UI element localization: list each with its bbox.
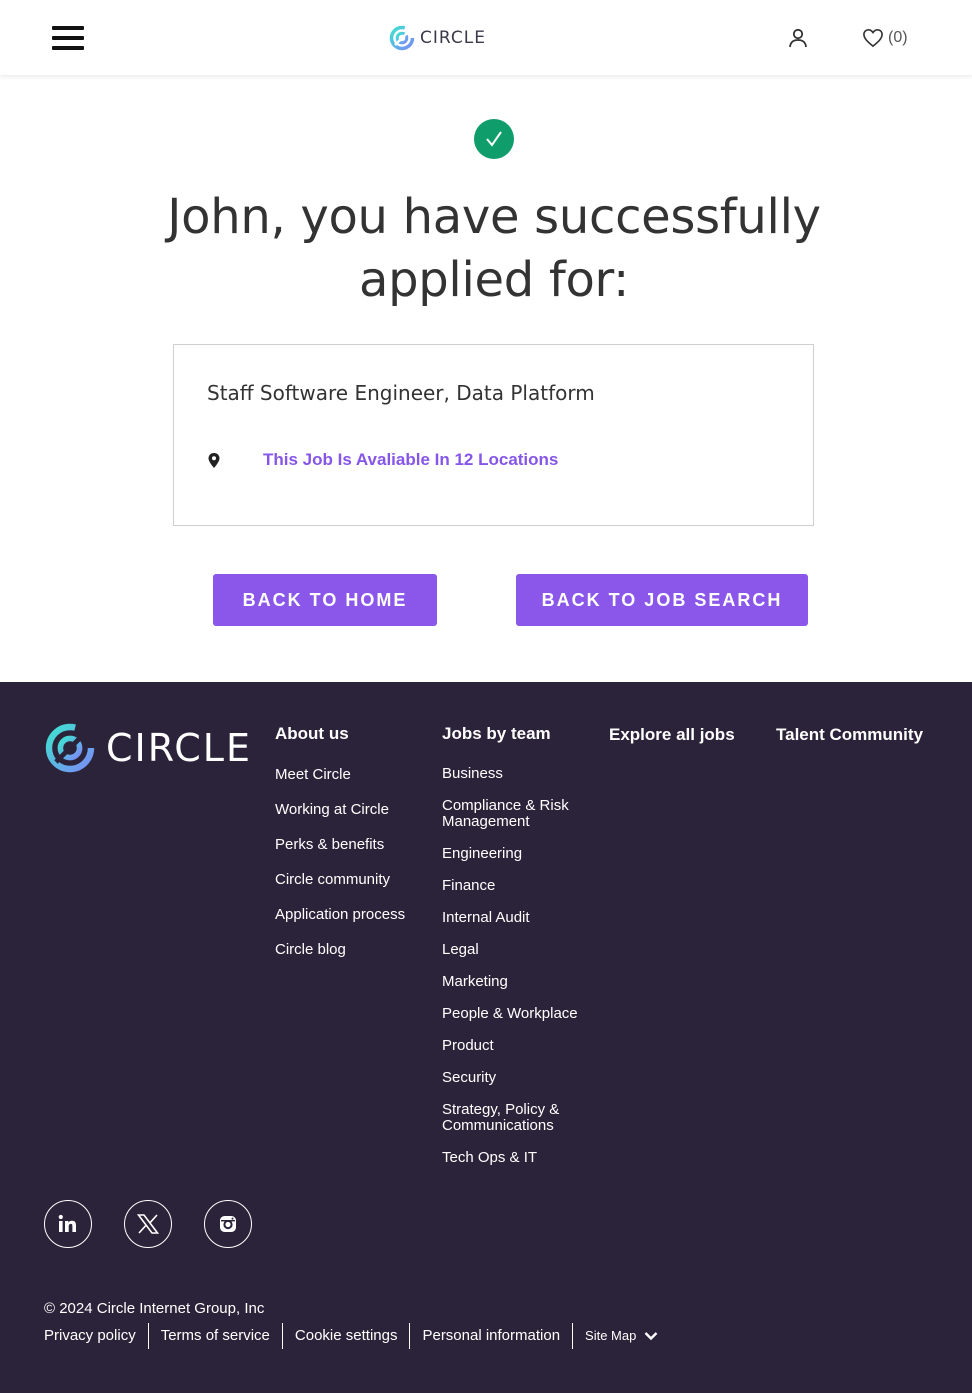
- jobs-by-team-heading[interactable]: Jobs by team: [442, 724, 551, 744]
- footer-link-application-process[interactable]: Application process: [275, 907, 405, 923]
- personal-information-link[interactable]: Personal information: [409, 1323, 572, 1349]
- footer-logo-mark-icon: [45, 723, 95, 773]
- site-map-label: Site Map: [585, 1328, 637, 1343]
- circle-logo[interactable]: CIRCLE: [389, 25, 486, 51]
- location-pin-icon: [208, 453, 220, 468]
- explore-all-jobs-link[interactable]: Explore all jobs: [609, 725, 735, 745]
- instagram-icon[interactable]: [204, 1200, 252, 1248]
- talent-community-link[interactable]: Talent Community: [776, 725, 923, 745]
- team-link-engineering[interactable]: Engineering: [442, 846, 602, 862]
- site-footer: CIRCLE About us Meet Circle Working at C…: [0, 682, 972, 1393]
- terms-of-service-link[interactable]: Terms of service: [147, 1323, 282, 1349]
- favorites-button[interactable]: (0): [862, 26, 908, 50]
- cookie-settings-link[interactable]: Cookie settings: [281, 1323, 410, 1349]
- heart-icon: [863, 28, 883, 48]
- menu-icon[interactable]: [52, 26, 84, 50]
- footer-link-perks-benefits[interactable]: Perks & benefits: [275, 837, 405, 853]
- footer-brand-wordmark: CIRCLE: [106, 726, 252, 770]
- about-us-list: Meet Circle Working at Circle Perks & be…: [275, 767, 405, 977]
- success-check-icon: [474, 119, 514, 159]
- team-link-compliance-risk[interactable]: Compliance & Risk Management: [442, 798, 602, 830]
- about-us-heading[interactable]: About us: [275, 724, 349, 744]
- brand-wordmark: CIRCLE: [420, 28, 486, 48]
- linkedin-icon[interactable]: [44, 1200, 92, 1248]
- team-link-security[interactable]: Security: [442, 1070, 602, 1086]
- chevron-down-icon: [645, 1332, 658, 1341]
- footer-link-meet-circle[interactable]: Meet Circle: [275, 767, 405, 783]
- team-link-tech-ops-it[interactable]: Tech Ops & IT: [442, 1150, 602, 1166]
- footer-link-working-at-circle[interactable]: Working at Circle: [275, 802, 405, 818]
- circle-logo-mark-icon: [389, 25, 415, 51]
- legal-links: Privacy policy Terms of service Cookie s…: [44, 1320, 670, 1352]
- team-link-strategy-policy[interactable]: Strategy, Policy & Communications: [442, 1102, 602, 1134]
- team-link-internal-audit[interactable]: Internal Audit: [442, 910, 602, 926]
- privacy-policy-link[interactable]: Privacy policy: [44, 1323, 148, 1349]
- footer-link-circle-blog[interactable]: Circle blog: [275, 942, 405, 958]
- jobs-by-team-list: Business Compliance & Risk Management En…: [442, 766, 602, 1182]
- site-header: CIRCLE (0): [0, 0, 972, 75]
- favorites-count: (0): [888, 29, 908, 46]
- page-title: John, you have successfully applied for:: [167, 189, 821, 308]
- job-title: Staff Software Engineer, Data Platform: [207, 381, 595, 405]
- team-link-finance[interactable]: Finance: [442, 878, 602, 894]
- team-link-product[interactable]: Product: [442, 1038, 602, 1054]
- job-locations-link[interactable]: This Job Is Avaliable In 12 Locations: [263, 450, 558, 470]
- account-icon[interactable]: [786, 26, 810, 50]
- copyright-text: © 2024 Circle Internet Group, Inc: [44, 1300, 265, 1317]
- x-icon[interactable]: [124, 1200, 172, 1248]
- applied-job-card: Staff Software Engineer, Data Platform T…: [173, 344, 814, 526]
- team-link-marketing[interactable]: Marketing: [442, 974, 602, 990]
- team-link-legal[interactable]: Legal: [442, 942, 602, 958]
- team-link-business[interactable]: Business: [442, 766, 602, 782]
- back-to-home-button[interactable]: BACK TO HOME: [213, 574, 437, 626]
- footer-circle-logo[interactable]: CIRCLE: [44, 722, 252, 774]
- back-to-job-search-button[interactable]: BACK TO JOB SEARCH: [516, 574, 808, 626]
- site-map-toggle[interactable]: Site Map: [572, 1323, 670, 1349]
- team-link-people-workplace[interactable]: People & Workplace: [442, 1006, 602, 1022]
- footer-link-circle-community[interactable]: Circle community: [275, 872, 405, 888]
